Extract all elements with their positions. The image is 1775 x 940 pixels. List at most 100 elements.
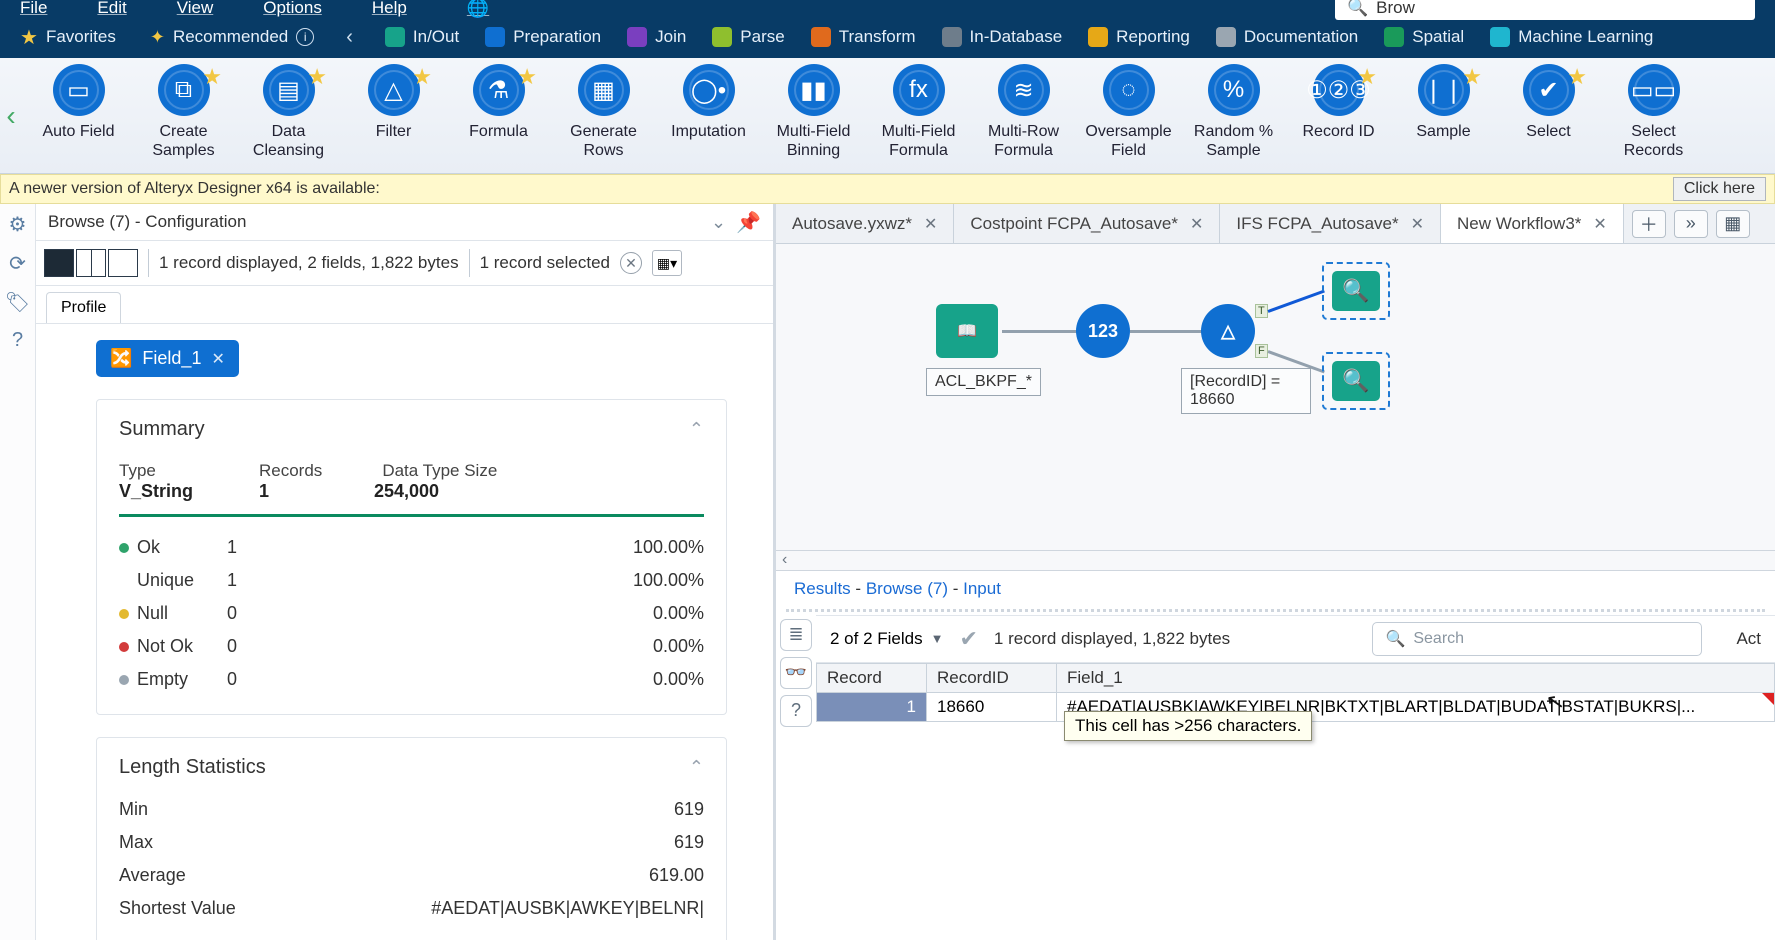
category-item[interactable]: Machine Learning [1478,27,1665,47]
fields-dropdown-icon[interactable]: ▼ [931,631,944,646]
category-item[interactable]: In/Out [373,27,471,47]
crumb-input[interactable]: Input [963,579,1001,598]
category-label: Spatial [1412,27,1464,47]
col-field1[interactable]: Field_1 [1057,663,1775,692]
category-item[interactable]: In-Database [930,27,1075,47]
category-item[interactable]: Transform [799,27,928,47]
workflow-tab[interactable]: Costpoint FCPA_Autosave*✕ [954,204,1220,243]
scroll-left-icon[interactable]: ‹ [776,551,793,569]
chevron-down-icon[interactable]: ⌄ [711,212,726,233]
toolbar-menu-button[interactable]: ▦▾ [652,250,682,276]
ribbon-tool[interactable]: ◌Oversample Field [1076,64,1181,160]
view-stack-button[interactable] [108,249,138,277]
ribbon-tool[interactable]: ◯•Imputation [656,64,761,160]
ribbon-prev-icon[interactable]: ‹ [0,64,22,167]
field-pill[interactable]: 🔀 Field_1 ✕ [96,340,239,377]
ribbon-tool[interactable]: ▭▭Select Records [1601,64,1706,160]
filter-node[interactable]: △ [1201,304,1255,358]
ribbon-tool[interactable]: fxMulti-Field Formula [866,64,971,160]
refresh-icon[interactable]: ⟳ [9,251,26,276]
stat-dot-icon [119,609,129,619]
global-search-value: Brow [1376,0,1415,18]
config-toolbar: 1 record displayed, 2 fields, 1,822 byte… [36,240,773,286]
field-pill-remove-icon[interactable]: ✕ [211,349,224,369]
help-icon[interactable]: ? [12,329,23,352]
category-chip-icon [485,27,505,47]
category-recommended[interactable]: Recommended i [138,16,326,58]
category-item[interactable]: Parse [700,27,796,47]
browse-node-false[interactable]: 🔍 [1322,352,1390,410]
profile-tab[interactable]: Profile [46,292,121,323]
workflow-tab[interactable]: Autosave.yxwz*✕ [776,204,954,243]
ribbon-tool[interactable]: %Random % Sample [1181,64,1286,160]
binoculars-icon[interactable]: 👓 [780,657,812,689]
workflow-tab-close-icon[interactable]: ✕ [1190,214,1203,234]
tool-icon: ▭ [53,64,105,116]
ribbon-tool[interactable]: ⚗★Formula [446,64,551,160]
category-item[interactable]: Spatial [1372,27,1476,47]
tab-menu-button[interactable]: ▦ [1716,210,1750,238]
ribbon-tool[interactable]: ▭Auto Field [26,64,131,160]
category-prev-icon[interactable]: ‹ [336,26,363,49]
view-single-button[interactable] [44,249,74,277]
help-icon[interactable]: ? [780,695,812,727]
stat-label: Empty [137,669,227,690]
tag-icon[interactable]: 🏷 [5,290,30,315]
ribbon-tool[interactable]: ❘❘★Sample [1391,64,1496,160]
summary-records-h: Records [259,461,322,481]
ribbon-tool[interactable]: ▮▮Multi-Field Binning [761,64,866,160]
crumb-browse[interactable]: Browse (7) [866,579,948,598]
tab-overflow-button[interactable]: » [1674,210,1708,238]
workflow-tab-close-icon[interactable]: ✕ [924,214,937,234]
stat-pct: 0.00% [653,636,704,657]
check-icon[interactable]: ✔ [959,626,977,652]
menu-help[interactable]: Help [372,0,407,18]
ribbon-tool[interactable]: ⧉★Create Samples [131,64,236,160]
collapse-icon[interactable]: ⌃ [689,419,704,440]
category-label: Favorites [46,27,116,47]
rows-icon[interactable]: ≣ [780,619,812,651]
input-node[interactable]: 📖 [936,304,998,358]
profile-body[interactable]: 🔀 Field_1 ✕ Summary ⌃ Type Records Data … [36,324,773,940]
col-record[interactable]: Record [817,663,927,692]
crumb-results[interactable]: Results [794,579,851,598]
category-item[interactable]: Documentation [1204,27,1370,47]
tree-icon: 🔀 [110,348,132,369]
ribbon-tool[interactable]: △★Filter [341,64,446,160]
category-tabs: Favorites Recommended i ‹ In/OutPreparat… [0,16,1775,58]
col-recordid[interactable]: RecordID [927,663,1057,692]
workflow-canvas[interactable]: 📖 ACL_BKPF_* 123 △ T F [RecordID] = 1866… [776,244,1775,570]
category-item[interactable]: Join [615,27,698,47]
view-split-button[interactable] [76,249,106,277]
workflow-tab-close-icon[interactable]: ✕ [1411,214,1424,234]
workflow-tab-close-icon[interactable]: ✕ [1593,214,1606,234]
favorite-star-icon: ★ [1462,64,1482,90]
collapse-icon[interactable]: ⌃ [689,757,704,778]
gear-icon[interactable]: ⚙ [9,212,27,237]
category-favorites[interactable]: Favorites [8,16,128,58]
workflow-tab[interactable]: IFS FCPA_Autosave*✕ [1220,204,1441,243]
ribbon-tool[interactable]: ≋Multi-Row Formula [971,64,1076,160]
category-item[interactable]: Preparation [473,27,613,47]
results-actions-label[interactable]: Act [1736,629,1761,649]
globe-icon[interactable]: 🌐 [467,0,489,19]
stat-label: Ok [137,537,227,558]
favorite-star-icon: ★ [307,64,327,90]
results-search[interactable]: 🔍 Search [1372,622,1702,656]
pin-icon[interactable]: 📌 [736,210,761,235]
canvas-scrollbar[interactable]: ‹ [776,550,1775,570]
ribbon-tool[interactable]: ▦Generate Rows [551,64,656,160]
recordid-node[interactable]: 123 [1076,304,1130,358]
new-tab-button[interactable]: ＋ [1632,210,1666,238]
update-link[interactable]: Click here [1673,177,1766,201]
category-label: Machine Learning [1518,27,1653,47]
workflow-tab[interactable]: New Workflow3*✕ [1441,204,1624,243]
category-item[interactable]: Reporting [1076,27,1202,47]
summary-stat-row: Null00.00% [119,597,704,630]
browse-node-true[interactable]: 🔍 [1322,262,1390,320]
ribbon-tool[interactable]: ▤★Data Cleansing [236,64,341,160]
ribbon-tool[interactable]: ✔★Select [1496,64,1601,160]
clear-selection-icon[interactable]: ✕ [620,252,642,274]
ribbon-tool[interactable]: ①②③★Record ID [1286,64,1391,160]
global-search[interactable]: 🔍 Brow [1335,0,1755,20]
